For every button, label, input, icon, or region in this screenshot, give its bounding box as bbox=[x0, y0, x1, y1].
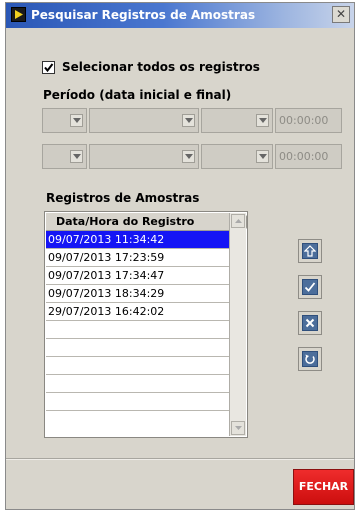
table-row[interactable]: 09/07/2013 17:34:47 bbox=[46, 267, 229, 285]
records-listbox[interactable]: Data/Hora do Registro 09/07/2013 11:34:4… bbox=[44, 211, 248, 438]
close-icon[interactable]: ✕ bbox=[332, 6, 350, 23]
start-year-select[interactable] bbox=[201, 108, 273, 133]
chevron-down-icon[interactable] bbox=[182, 150, 195, 163]
up-arrow-icon bbox=[302, 243, 318, 259]
chevron-down-icon[interactable] bbox=[70, 114, 83, 127]
table-row[interactable] bbox=[46, 357, 229, 375]
x-icon bbox=[302, 315, 318, 331]
chevron-down-icon[interactable] bbox=[256, 150, 269, 163]
select-all-checkbox[interactable] bbox=[42, 61, 55, 74]
table-row[interactable] bbox=[46, 393, 229, 411]
period-label: Período (data inicial e final) bbox=[43, 88, 232, 102]
move-up-button[interactable] bbox=[298, 239, 322, 263]
refresh-button[interactable] bbox=[298, 347, 322, 371]
confirm-button[interactable] bbox=[298, 275, 322, 299]
table-row[interactable] bbox=[46, 339, 229, 357]
column-header-label: Data/Hora do Registro bbox=[56, 215, 195, 228]
dialog-window: Pesquisar Registros de Amostras ✕ Seleci… bbox=[5, 2, 355, 510]
close-button[interactable]: FECHAR bbox=[293, 469, 354, 505]
start-day-select[interactable] bbox=[42, 108, 87, 133]
table-row[interactable]: 29/07/2013 16:42:02 bbox=[46, 303, 229, 321]
table-row[interactable]: 09/07/2013 17:23:59 bbox=[46, 249, 229, 267]
chevron-down-icon[interactable] bbox=[182, 114, 195, 127]
end-month-select[interactable] bbox=[89, 144, 199, 169]
table-row[interactable]: 09/07/2013 18:34:29 bbox=[46, 285, 229, 303]
table-row[interactable]: 09/07/2013 11:34:42 bbox=[46, 231, 229, 249]
vertical-scrollbar[interactable] bbox=[229, 213, 246, 436]
table-row[interactable] bbox=[46, 321, 229, 339]
records-rows: 09/07/2013 11:34:42 09/07/2013 17:23:59 … bbox=[46, 231, 229, 411]
end-year-select[interactable] bbox=[201, 144, 273, 169]
start-time-field[interactable]: 00:00:00 bbox=[275, 108, 342, 133]
footer-divider-highlight bbox=[6, 459, 354, 460]
refresh-icon bbox=[302, 351, 318, 367]
scroll-up-icon[interactable] bbox=[231, 214, 245, 228]
window-title: Pesquisar Registros de Amostras bbox=[31, 8, 256, 22]
select-all-label: Selecionar todos os registros bbox=[62, 60, 260, 74]
table-row[interactable] bbox=[46, 375, 229, 393]
end-day-select[interactable] bbox=[42, 144, 87, 169]
delete-button[interactable] bbox=[298, 311, 322, 335]
checkmark-icon bbox=[302, 279, 318, 295]
labview-run-icon bbox=[11, 7, 26, 22]
title-bar: Pesquisar Registros de Amostras ✕ bbox=[6, 3, 354, 28]
chevron-down-icon[interactable] bbox=[256, 114, 269, 127]
records-label: Registros de Amostras bbox=[46, 191, 200, 205]
column-header[interactable]: Data/Hora do Registro bbox=[46, 213, 247, 231]
end-time-field[interactable]: 00:00:00 bbox=[275, 144, 342, 169]
start-month-select[interactable] bbox=[89, 108, 199, 133]
scroll-down-icon[interactable] bbox=[231, 421, 245, 435]
chevron-down-icon[interactable] bbox=[70, 150, 83, 163]
